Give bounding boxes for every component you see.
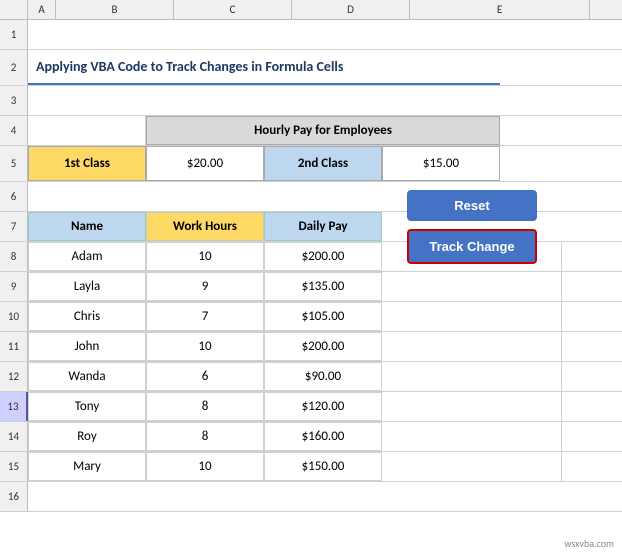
col-header-d: D [292, 0, 410, 19]
col-header-pay: Daily Pay [264, 212, 382, 241]
buttons-area: Reset Track Change [382, 212, 562, 241]
cell-pay-9: $135.00 [264, 272, 382, 301]
cell-hours-15: 10 [146, 452, 264, 481]
table-row: 13 Tony 8 $120.00 [0, 392, 622, 422]
cell-hours-14: 8 [146, 422, 264, 451]
data-rows: 8 Adam 10 $200.00 9 Layla 9 $135.00 10 C… [0, 242, 622, 482]
cell-hours-13: 8 [146, 392, 264, 421]
row-num-13: 13 [0, 392, 28, 421]
row-num-2: 2 [0, 50, 28, 85]
row-num-8: 8 [0, 242, 28, 271]
row-num-7: 7 [0, 212, 28, 241]
table-row: 15 Mary 10 $150.00 [0, 452, 622, 482]
cell-e-10 [382, 302, 562, 331]
row-num-9: 9 [0, 272, 28, 301]
class1-label: 1st Class [28, 146, 146, 181]
cell-pay-11: $200.00 [264, 332, 382, 361]
row-1: 1 [0, 20, 622, 50]
row-num-4: 4 [0, 116, 28, 145]
cell-name-10: Chris [28, 302, 146, 331]
cell-pay-14: $160.00 [264, 422, 382, 451]
cell-hours-10: 7 [146, 302, 264, 331]
col-header-hours: Work Hours [146, 212, 264, 241]
cell-hours-8: 10 [146, 242, 264, 271]
cell-e-8 [382, 242, 562, 271]
cell-e-15 [382, 452, 562, 481]
cell-name-8: Adam [28, 242, 146, 271]
cell-name-12: Wanda [28, 362, 146, 391]
row-16: 16 [0, 482, 622, 512]
cell-hours-9: 9 [146, 272, 264, 301]
row-4: 4 Hourly Pay for Employees [0, 116, 622, 146]
col-header-e: E [410, 0, 590, 19]
cell-e-11 [382, 332, 562, 361]
cell-e-9 [382, 272, 562, 301]
row-num-12: 12 [0, 362, 28, 391]
cell-pay-15: $150.00 [264, 452, 382, 481]
row-num-5: 5 [0, 146, 28, 181]
cell-4-b [28, 116, 146, 145]
cell-name-9: Layla [28, 272, 146, 301]
cell-name-15: Mary [28, 452, 146, 481]
class2-value: $15.00 [382, 146, 500, 181]
row-num-1: 1 [0, 20, 28, 49]
row-num-15: 15 [0, 452, 28, 481]
watermark: wsxvba.com [564, 537, 614, 550]
cell-name-11: John [28, 332, 146, 361]
col-header-b: B [56, 0, 174, 19]
table-row: 11 John 10 $200.00 [0, 332, 622, 362]
row-1-content [28, 20, 622, 49]
cell-name-14: Roy [28, 422, 146, 451]
col-header-a: A [28, 0, 56, 19]
table-row: 10 Chris 7 $105.00 [0, 302, 622, 332]
table-row: 8 Adam 10 $200.00 [0, 242, 622, 272]
cell-e-13 [382, 392, 562, 421]
row-7: 7 Name Work Hours Daily Pay Reset Track … [0, 212, 622, 242]
row-num-10: 10 [0, 302, 28, 331]
row-5: 5 1st Class $20.00 2nd Class $15.00 [0, 146, 622, 182]
row-num-11: 11 [0, 332, 28, 361]
cell-pay-13: $120.00 [264, 392, 382, 421]
col-header-name: Name [28, 212, 146, 241]
class2-label: 2nd Class [264, 146, 382, 181]
cell-name-13: Tony [28, 392, 146, 421]
class1-value: $20.00 [146, 146, 264, 181]
cell-hours-12: 6 [146, 362, 264, 391]
cell-hours-11: 10 [146, 332, 264, 361]
cell-pay-12: $90.00 [264, 362, 382, 391]
row-2: 2 Applying VBA Code to Track Changes in … [0, 50, 622, 86]
cell-pay-10: $105.00 [264, 302, 382, 331]
row-num-6: 6 [0, 182, 28, 211]
row-num-14: 14 [0, 422, 28, 451]
table-row: 14 Roy 8 $160.00 [0, 422, 622, 452]
row-num-3: 3 [0, 86, 28, 115]
col-headers: A B C D E [0, 0, 622, 20]
table-row: 9 Layla 9 $135.00 [0, 272, 622, 302]
page-title: Applying VBA Code to Track Changes in Fo… [28, 50, 500, 85]
cell-pay-8: $200.00 [264, 242, 382, 271]
row-3: 3 [0, 86, 622, 116]
row-num-16: 16 [0, 482, 28, 511]
table-row: 12 Wanda 6 $90.00 [0, 362, 622, 392]
hourly-pay-header: Hourly Pay for Employees [146, 116, 500, 145]
cell-e-12 [382, 362, 562, 391]
corner-cell [0, 0, 28, 19]
row-16-content [28, 482, 622, 511]
cell-e-14 [382, 422, 562, 451]
col-header-c: C [174, 0, 292, 19]
row-3-content [28, 86, 622, 115]
reset-button[interactable]: Reset [407, 190, 537, 221]
